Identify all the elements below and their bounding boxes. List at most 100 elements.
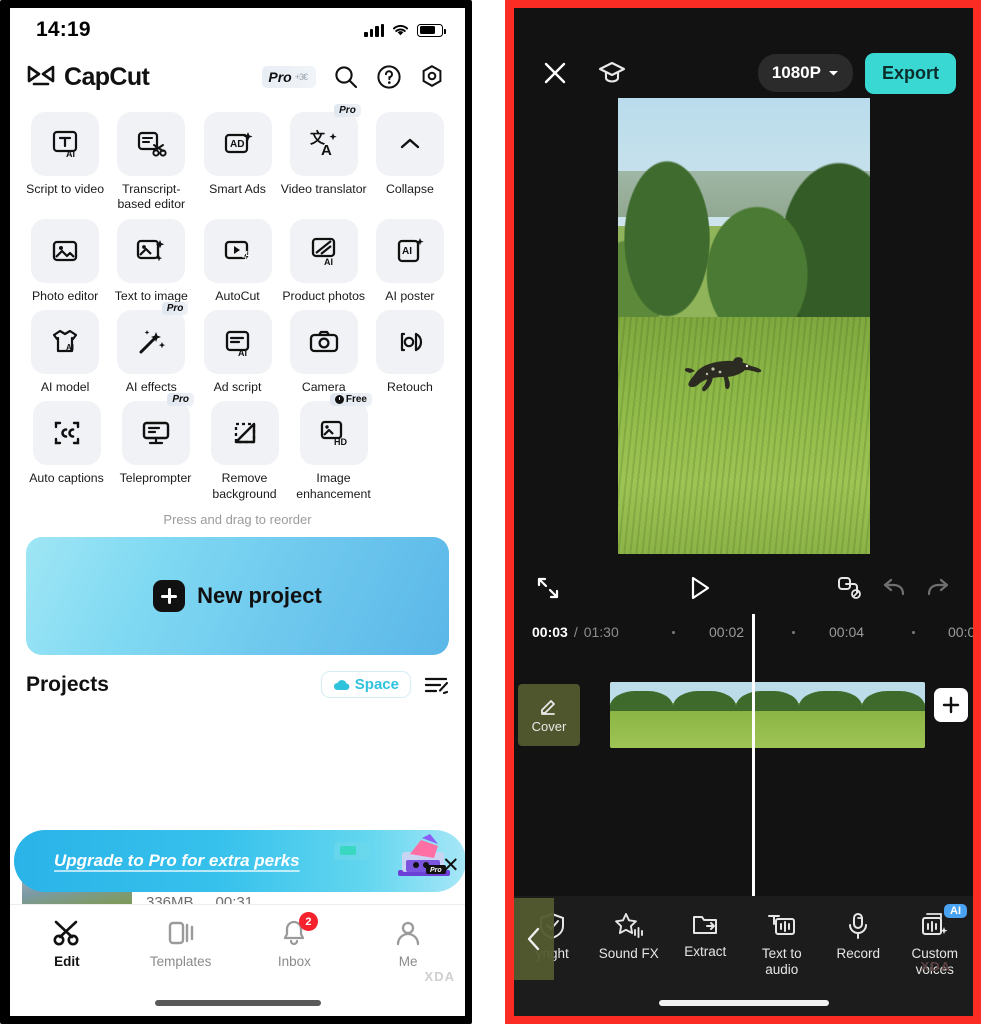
clock-dot-icon <box>334 395 344 405</box>
svg-text:AI: AI <box>238 348 247 358</box>
play-icon[interactable] <box>686 575 712 601</box>
timeline-track-area[interactable]: Cover <box>514 614 973 898</box>
video-translator-icon: 文 A <box>310 129 337 159</box>
add-clip-button[interactable] <box>934 688 968 722</box>
home-indicator <box>658 1000 829 1006</box>
nav-item-inbox[interactable]: 2 Inbox <box>238 912 352 969</box>
tool-tile <box>203 218 272 283</box>
toolbar-item-text-to-audio[interactable]: Text to audio <box>744 912 821 978</box>
keyframe-off-icon[interactable] <box>837 576 863 600</box>
tool-image-enhancement[interactable]: Free HD Image enhancement <box>289 393 378 502</box>
redo-icon[interactable] <box>925 577 951 599</box>
scissors-icon <box>53 920 79 946</box>
free-badge-label: Free <box>345 394 367 406</box>
editor-top-right: 1080P Export <box>757 52 956 94</box>
tool-ai-effects[interactable]: Pro AI effects <box>108 302 194 395</box>
ruler-tick-3: 00:0 <box>948 624 973 640</box>
tool-camera[interactable]: Camera <box>281 310 367 395</box>
fullscreen-icon[interactable] <box>536 576 560 600</box>
tool-text-to-image[interactable]: Text to image <box>108 218 194 304</box>
pro-upgrade-badge[interactable]: Pro +3€ <box>262 66 316 88</box>
promo-illustration: Pro <box>334 834 450 876</box>
ruler-dot <box>672 630 675 634</box>
current-time: 00:03 <box>532 624 568 640</box>
svg-text:A: A <box>321 142 332 159</box>
tool-smart-ads[interactable]: AD Smart Ads <box>194 112 280 213</box>
tool-label: Retouch <box>387 380 433 395</box>
clip-frame <box>862 682 925 748</box>
tool-retouch[interactable]: Retouch <box>367 310 453 395</box>
svg-text:AI: AI <box>66 149 75 159</box>
graduation-cap-icon[interactable] <box>598 60 626 86</box>
home-indicator <box>154 1000 321 1006</box>
tool-tile: AI <box>289 218 358 283</box>
ai-badge: AI <box>944 904 967 918</box>
tool-ai-poster[interactable]: AI AI poster <box>367 218 453 304</box>
tool-collapse[interactable]: Collapse <box>367 112 453 213</box>
ai-poster-icon: AI <box>397 237 424 262</box>
tool-transcript-based-editor[interactable]: Transcript-based editor <box>108 112 194 213</box>
brand-name: CapCut <box>64 62 150 91</box>
close-icon[interactable] <box>542 60 568 86</box>
tool-product-photos[interactable]: AI Product photos <box>281 218 367 304</box>
toolbar-item-record[interactable]: Record <box>820 912 897 962</box>
resolution-selector[interactable]: 1080P <box>757 54 853 92</box>
tool-label: Video translator <box>280 182 367 196</box>
help-circle-icon[interactable] <box>376 64 402 90</box>
space-button[interactable]: Space <box>320 671 411 699</box>
tool-label: AutoCut <box>215 288 260 303</box>
nav-item-me[interactable]: Me <box>351 919 465 969</box>
tool-ad-script[interactable]: AI Ad script <box>194 310 280 395</box>
playhead[interactable] <box>752 614 755 898</box>
total-time: 01:30 <box>583 624 619 640</box>
tool-label: Ad script <box>213 380 262 395</box>
wifi-icon <box>392 25 409 36</box>
close-icon[interactable]: ✕ <box>442 853 460 878</box>
microphone-icon <box>849 913 868 939</box>
upgrade-promo-banner[interactable]: Upgrade to Pro for extra perks Pro <box>14 830 465 892</box>
nav-item-templates[interactable]: Templates <box>124 919 238 969</box>
capcut-editor-screen: 1080P Export 00:03 / 01:30 00:02 00:04 0… <box>514 8 973 1016</box>
watermark: XDA <box>424 969 455 984</box>
tool-remove-background[interactable]: Remove background <box>200 401 289 502</box>
auto-captions-icon <box>54 422 79 445</box>
plus-icon <box>153 580 186 613</box>
player-controls <box>514 560 973 616</box>
sort-edit-icon[interactable] <box>423 674 449 696</box>
capcut-home-screen: 14:19 CapCut Pro +3€ AI Script to video … <box>10 8 465 1016</box>
capcut-logo-icon <box>27 65 55 86</box>
templates-icon <box>168 921 193 945</box>
export-button[interactable]: Export <box>864 52 956 94</box>
watermark: XDA <box>920 959 951 974</box>
toolbar-back-button[interactable] <box>514 898 554 980</box>
time-separator: / <box>573 624 578 640</box>
tool-tile <box>117 112 186 176</box>
tool-label: Remove background <box>212 471 277 501</box>
camera-icon <box>309 330 338 353</box>
right-phone-frame: 1080P Export 00:03 / 01:30 00:02 00:04 0… <box>505 0 981 1024</box>
video-clip-strip[interactable] <box>610 682 925 748</box>
battery-icon <box>417 23 446 37</box>
cover-button[interactable]: Cover <box>518 684 580 746</box>
new-project-button[interactable]: New project <box>26 537 449 656</box>
gear-icon[interactable] <box>419 64 445 90</box>
tool-tile: AI <box>203 310 272 375</box>
tool-video-translator[interactable]: Pro 文 A Video translator <box>280 104 367 213</box>
nav-item-edit[interactable]: Edit <box>10 919 124 969</box>
undo-icon[interactable] <box>881 577 907 599</box>
search-icon[interactable] <box>333 64 359 90</box>
tool-teleprompter[interactable]: Pro Teleprompter <box>111 393 200 502</box>
tool-ai-model[interactable]: AI AI model <box>22 310 108 395</box>
tool-tile: 文 A <box>289 112 358 176</box>
clip-frame <box>610 682 673 748</box>
tool-label: Auto captions <box>29 471 104 486</box>
free-badge: Free <box>329 393 372 407</box>
tool-auto-captions[interactable]: Auto captions <box>22 401 111 502</box>
video-preview[interactable] <box>617 98 870 554</box>
toolbar-item-sound-fx[interactable]: Sound FX <box>591 912 668 962</box>
tool-label: Script to video <box>26 182 105 196</box>
tool-photo-editor[interactable]: Photo editor <box>22 218 108 304</box>
tool-autocut[interactable]: AutoCut <box>194 218 280 304</box>
toolbar-item-extract[interactable]: Extract <box>667 912 744 960</box>
tool-script-to-video[interactable]: AI Script to video <box>22 112 108 213</box>
